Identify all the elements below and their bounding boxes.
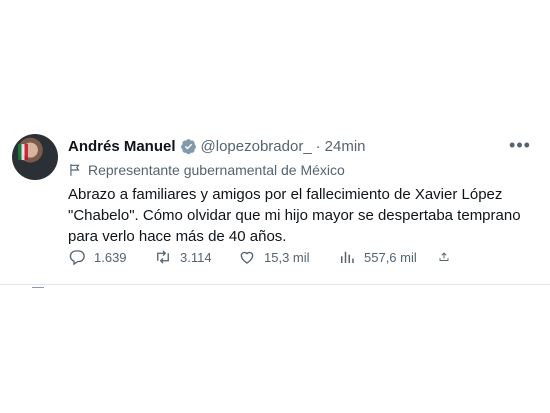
action-bar: 1.639 3.114 15,3 mil 557,6 mil — [68, 246, 468, 268]
reply-button[interactable]: 1.639 — [68, 248, 154, 266]
divider-fragment — [32, 287, 44, 288]
retweet-button[interactable]: 3.114 — [154, 248, 238, 266]
avatar-flag — [18, 144, 28, 160]
author-name[interactable]: Andrés Manuel — [68, 138, 176, 155]
author-handle[interactable]: @lopezobrador_ — [201, 138, 312, 155]
tweet-time[interactable]: 24min — [325, 138, 366, 155]
verified-badge-icon — [180, 138, 196, 154]
views-chart-icon — [341, 251, 354, 263]
retweet-count: 3.114 — [180, 249, 212, 265]
reply-icon — [69, 250, 85, 266]
tweet-card[interactable]: Andrés Manuel @lopezobrador_ · 24min •••… — [0, 118, 550, 285]
avatar[interactable] — [12, 134, 58, 180]
like-button[interactable]: 15,3 mil — [238, 248, 338, 266]
flag-icon — [70, 164, 80, 176]
ellipsis-icon[interactable]: ••• — [508, 135, 532, 155]
heart-icon — [240, 251, 254, 264]
government-label[interactable]: Representante gubernamental de México — [68, 160, 345, 180]
retweet-icon — [157, 250, 169, 264]
views-button[interactable]: 557,6 mil — [338, 248, 438, 266]
government-label-text: Representante gubernamental de México — [88, 162, 345, 178]
separator-dot: · — [315, 137, 321, 155]
like-count: 15,3 mil — [264, 249, 310, 265]
share-icon — [439, 252, 449, 261]
tweet-header: Andrés Manuel @lopezobrador_ · 24min — [68, 136, 366, 156]
tweet-text: Abrazo a familiares y amigos por el fall… — [68, 186, 521, 245]
share-button[interactable] — [438, 248, 458, 266]
views-count: 557,6 mil — [364, 249, 417, 265]
reply-count: 1.639 — [94, 249, 127, 265]
